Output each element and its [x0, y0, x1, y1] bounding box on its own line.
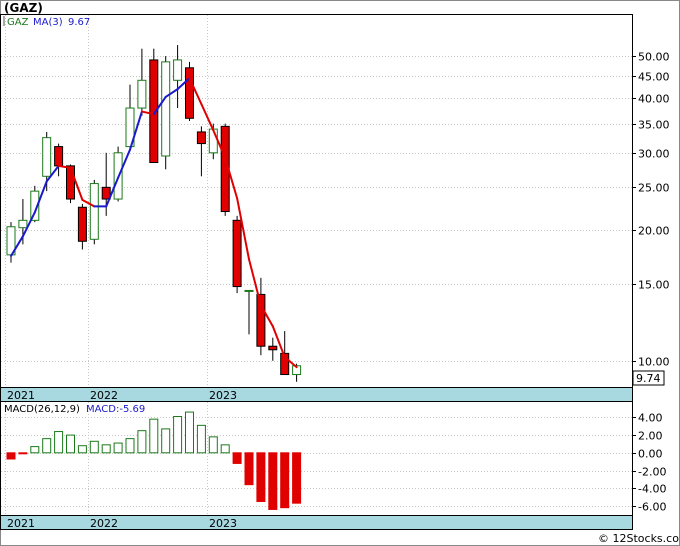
- macd-y-tick-label: 4.00: [638, 412, 663, 425]
- price-y-tick-label: 35.00: [638, 119, 670, 132]
- macd-x-label: 2022: [90, 517, 118, 530]
- price-x-label: 2023: [209, 389, 237, 402]
- candle-body: [42, 137, 52, 177]
- macd-bar: [292, 452, 302, 504]
- macd-bar: [54, 431, 64, 454]
- macd-bar: [256, 452, 266, 502]
- price-x-label: 2022: [90, 389, 118, 402]
- macd-y-tick-label: -6.00: [638, 501, 666, 514]
- candle-body: [232, 219, 242, 288]
- macd-bar: [268, 452, 278, 510]
- macd-bar: [66, 434, 75, 454]
- macd-y-tick-label: 2.00: [638, 430, 663, 443]
- legend-ma-value: 9.67: [68, 17, 90, 28]
- price-x-label: 2021: [7, 389, 35, 402]
- macd-bar: [232, 452, 242, 464]
- price-panel: 10.00 15.00 20.00 25.00 30.00 35.00 40.00 45.00…: [0, 14, 670, 402]
- macd-bar: [196, 424, 206, 454]
- macd-x-label: 2023: [209, 517, 237, 530]
- candle-body: [196, 131, 206, 145]
- last-price-text: 9.74: [636, 372, 661, 385]
- price-y-tick-label: 20.00: [638, 225, 670, 238]
- price-y-tick-label: 40.00: [638, 93, 670, 106]
- macd-bar: [208, 436, 218, 454]
- macd-bar: [244, 452, 254, 486]
- macd-y-tick-label: -4.00: [638, 483, 666, 496]
- legend-swatch: [3, 16, 5, 26]
- price-y-tick-label: 10.00: [638, 356, 670, 369]
- candle-body: [66, 165, 75, 200]
- macd-y-tick-label: -2.00: [638, 466, 666, 479]
- candle-body: [89, 183, 99, 240]
- candle-body: [161, 61, 171, 157]
- macd-bar: [137, 430, 147, 454]
- macd-bar: [173, 416, 183, 454]
- macd-y-tick-label: 0.00: [638, 448, 663, 461]
- macd-bar: [6, 452, 16, 460]
- price-y-tick-label: 30.00: [638, 148, 670, 161]
- candle-body: [54, 146, 64, 167]
- candle-body: [185, 67, 194, 119]
- macd-bar: [220, 444, 230, 454]
- price-y-tick-label: 25.00: [638, 182, 670, 195]
- last-price-label: 9.74: [632, 370, 665, 386]
- chart-canvas: 10.00 15.00 20.00 25.00 30.00 35.00 40.00 45.00…: [0, 0, 680, 546]
- candle-body: [18, 219, 28, 229]
- macd-bar: [185, 411, 194, 454]
- candle-body: [77, 206, 87, 242]
- price-y-tick-label: 15.00: [638, 279, 670, 292]
- watermark: © 12Stocks.com: [598, 532, 680, 545]
- macd-bar: [161, 428, 171, 454]
- candle-body: [137, 79, 147, 109]
- candle-body: [268, 345, 278, 351]
- macd-bar: [30, 446, 40, 454]
- macd-plot-area: [0, 401, 633, 516]
- candle-body: [173, 59, 183, 81]
- candle-body: [244, 289, 254, 292]
- macd-bar: [113, 442, 123, 454]
- price-y-tick-label: 45.00: [638, 71, 670, 84]
- price-legend: GAZ MA(3) 9.67: [3, 16, 90, 28]
- macd-bar: [280, 452, 290, 509]
- macd-bar: [89, 440, 99, 454]
- legend-ma: MA(3): [33, 17, 63, 28]
- legend-symbol: GAZ: [7, 17, 29, 28]
- macd-legend-value: MACD:-5.69: [86, 404, 145, 415]
- chart-title: (GAZ): [4, 1, 43, 15]
- macd-bar: [125, 438, 135, 454]
- macd-bar: [149, 418, 159, 454]
- macd-legend: MACD(26,12,9) MACD:-5.69: [4, 404, 145, 415]
- macd-x-label: 2021: [7, 517, 35, 530]
- macd-bar: [42, 438, 52, 454]
- macd-legend-params: MACD(26,12,9): [4, 404, 80, 415]
- price-y-tick-label: 50.00: [638, 51, 670, 64]
- macd-bar: [77, 445, 87, 454]
- macd-bar: [18, 452, 28, 455]
- macd-panel: 4.00 2.00 0.00 -2.00 -4.00 -6.00 2021 2022 2023…: [0, 401, 666, 530]
- macd-bar: [101, 444, 111, 454]
